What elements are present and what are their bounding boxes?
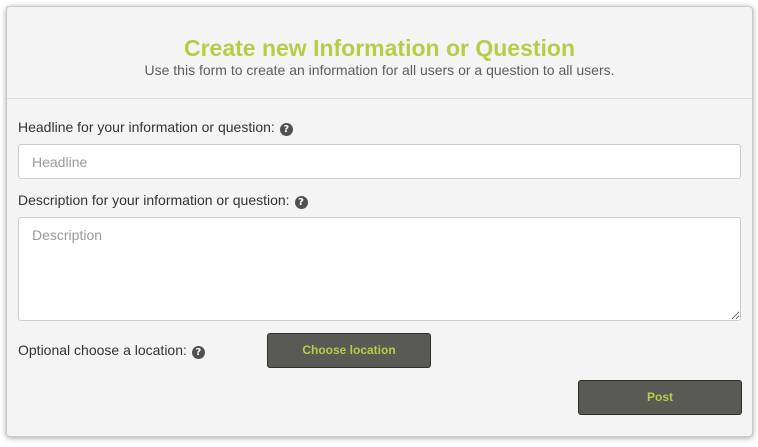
headline-input[interactable] xyxy=(18,144,741,179)
location-label: Optional choose a location:? xyxy=(18,341,205,359)
page-subtitle: Use this form to create an information f… xyxy=(144,62,615,78)
description-label: Description for your information or ques… xyxy=(18,191,308,209)
choose-location-button[interactable]: Choose location xyxy=(267,333,431,368)
post-button[interactable]: Post xyxy=(578,380,742,415)
question-circle-icon[interactable]: ? xyxy=(294,196,308,209)
headline-label: Headline for your information or questio… xyxy=(18,118,293,136)
headline-label-text: Headline for your information or questio… xyxy=(18,119,275,135)
description-label-text: Description for your information or ques… xyxy=(18,192,290,208)
question-circle-icon[interactable]: ? xyxy=(191,346,205,359)
question-circle-icon[interactable]: ? xyxy=(279,123,293,136)
location-label-text: Optional choose a location: xyxy=(18,342,187,358)
page-title: Create new Information or Question xyxy=(183,35,576,61)
description-textarea[interactable] xyxy=(18,217,741,321)
create-information-dialog: Create new Information or Question Use t… xyxy=(6,6,753,437)
dialog-header: Create new Information or Question Use t… xyxy=(7,7,752,99)
